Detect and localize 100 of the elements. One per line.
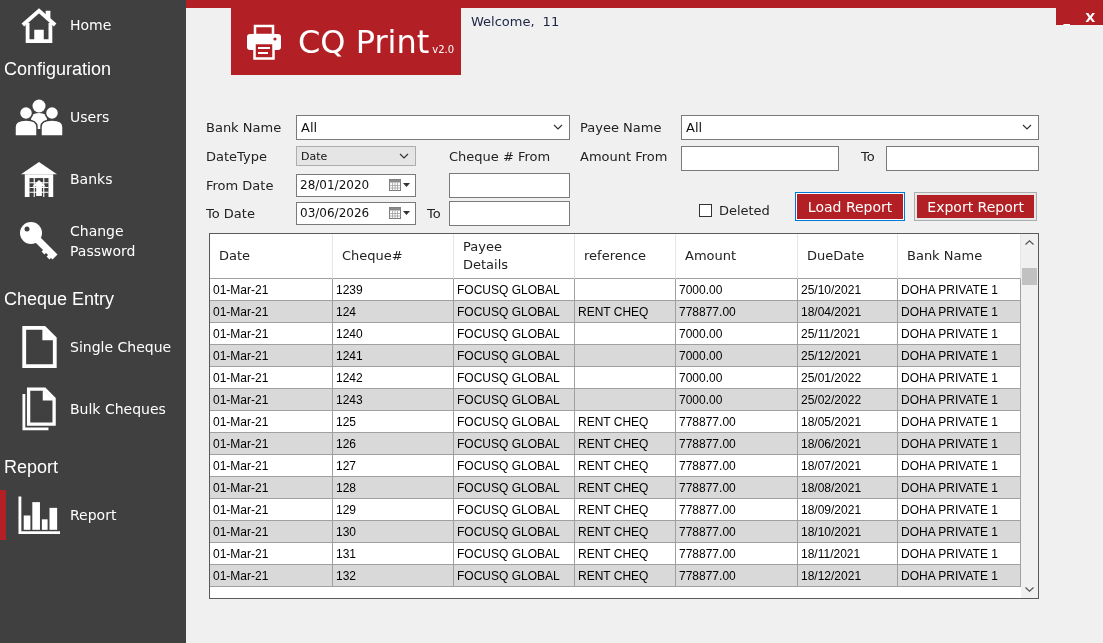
table-cell: 18/08/2021 xyxy=(798,477,898,499)
table-cell: FOCUSQ GLOBAL xyxy=(454,345,575,367)
column-header[interactable]: Cheque# xyxy=(333,234,454,279)
table-cell: FOCUSQ GLOBAL xyxy=(454,323,575,345)
date-picker[interactable]: 28/01/2020 xyxy=(296,173,416,197)
table-cell: 7000.00 xyxy=(676,323,798,345)
table-cell: 7000.00 xyxy=(676,345,798,367)
field-label: Amount From xyxy=(580,148,668,164)
table-cell: 778877.00 xyxy=(676,499,798,521)
load-report-button[interactable]: Load Report xyxy=(794,192,906,221)
chevron-down-icon xyxy=(1022,124,1032,130)
table-cell: DOHA PRIVATE 1 xyxy=(898,389,1021,411)
checkbox[interactable] xyxy=(698,204,712,217)
table-cell: 25/10/2021 xyxy=(798,279,898,301)
table-cell: 778877.00 xyxy=(676,543,798,565)
table-cell: 01-Mar-21 xyxy=(210,279,333,301)
table-cell: 25/01/2022 xyxy=(798,367,898,389)
scroll-up-icon[interactable] xyxy=(1025,240,1034,245)
table-cell: 01-Mar-21 xyxy=(210,301,333,323)
table-cell: 778877.00 xyxy=(676,433,798,455)
table-cell: 7000.00 xyxy=(676,279,798,301)
table-cell: FOCUSQ GLOBAL xyxy=(454,455,575,477)
sidebar-item[interactable]: Users xyxy=(0,92,186,142)
table-cell: 126 xyxy=(333,433,454,455)
calendar-icon xyxy=(389,207,401,219)
table-cell: 7000.00 xyxy=(676,389,798,411)
sidebar-item[interactable]: Bulk Cheques xyxy=(0,384,186,434)
table-cell: DOHA PRIVATE 1 xyxy=(898,323,1021,345)
table-cell: DOHA PRIVATE 1 xyxy=(898,345,1021,367)
sidebar-item[interactable]: Report xyxy=(0,490,186,540)
version-text: v2.0 xyxy=(432,43,455,55)
table-cell: RENT CHEQ xyxy=(575,499,676,521)
table-cell: 01-Mar-21 xyxy=(210,455,333,477)
sidebar-heading: Configuration xyxy=(4,58,112,80)
garage-icon xyxy=(20,161,58,197)
table-cell: 1239 xyxy=(333,279,454,301)
input-field[interactable] xyxy=(681,145,839,171)
column-header[interactable]: Amount xyxy=(676,234,798,279)
table-cell: 18/11/2021 xyxy=(798,543,898,565)
input-field[interactable] xyxy=(886,145,1039,171)
input-field[interactable] xyxy=(449,200,570,226)
bank-name-dropdown[interactable]: All xyxy=(296,114,570,140)
table-cell: 25/02/2022 xyxy=(798,389,898,411)
people-icon xyxy=(14,98,64,136)
table-cell: DOHA PRIVATE 1 xyxy=(898,499,1021,521)
table-cell: 01-Mar-21 xyxy=(210,565,333,587)
table-cell: 25/12/2021 xyxy=(798,345,898,367)
table-cell: DOHA PRIVATE 1 xyxy=(898,433,1021,455)
export-report-button[interactable]: Export Report xyxy=(914,192,1037,221)
table-cell: DOHA PRIVATE 1 xyxy=(898,367,1021,389)
table-cell: 01-Mar-21 xyxy=(210,367,333,389)
column-header[interactable]: DueDate xyxy=(798,234,898,279)
table-cell: FOCUSQ GLOBAL xyxy=(454,367,575,389)
chevron-down-icon xyxy=(399,153,409,159)
table-cell: DOHA PRIVATE 1 xyxy=(898,543,1021,565)
field-label: Cheque # From xyxy=(449,148,551,164)
table-cell: 18/04/2021 xyxy=(798,301,898,323)
minimize-button[interactable]: _ xyxy=(1060,10,1074,25)
key-icon xyxy=(19,221,59,261)
column-header[interactable]: Bank Name xyxy=(898,234,1021,279)
table-cell: RENT CHEQ xyxy=(575,543,676,565)
column-header[interactable]: reference xyxy=(575,234,676,279)
date-type-dropdown[interactable]: Date xyxy=(296,146,416,166)
chevron-down-icon xyxy=(553,124,563,130)
field-label: To Date xyxy=(206,205,255,221)
checkbox-label[interactable]: Deleted xyxy=(718,203,770,218)
column-header[interactable]: Date xyxy=(210,234,333,279)
sidebar-heading: Cheque Entry xyxy=(4,288,115,310)
scroll-down-icon[interactable] xyxy=(1025,587,1034,592)
caret-down-icon xyxy=(403,211,410,215)
sidebar-item[interactable]: Banks xyxy=(0,154,186,204)
table-cell: RENT CHEQ xyxy=(575,433,676,455)
house-icon xyxy=(20,6,58,44)
table-cell: 18/09/2021 xyxy=(798,499,898,521)
table-cell: DOHA PRIVATE 1 xyxy=(898,279,1021,301)
table-cell: DOHA PRIVATE 1 xyxy=(898,477,1021,499)
table-cell: 778877.00 xyxy=(676,565,798,587)
table-cell: 778877.00 xyxy=(676,477,798,499)
table-cell: DOHA PRIVATE 1 xyxy=(898,411,1021,433)
caret-down-icon xyxy=(403,183,410,187)
sidebar-item[interactable]: Single Cheque xyxy=(0,322,186,372)
payee-name-dropdown[interactable]: All xyxy=(681,114,1039,140)
column-header[interactable]: Payee Details xyxy=(454,234,575,279)
scrollbar-thumb[interactable] xyxy=(1022,268,1037,285)
close-button[interactable]: X xyxy=(1082,10,1099,25)
sidebar-item[interactable]: Change Password xyxy=(0,216,186,266)
table-cell: 01-Mar-21 xyxy=(210,521,333,543)
table-cell: 01-Mar-21 xyxy=(210,499,333,521)
date-picker[interactable]: 03/06/2026 xyxy=(296,201,416,225)
bar-chart-icon xyxy=(18,495,60,535)
field-label: DateType xyxy=(206,148,267,164)
table-cell: DOHA PRIVATE 1 xyxy=(898,521,1021,543)
table-cell: 7000.00 xyxy=(676,367,798,389)
documents-icon xyxy=(22,387,56,431)
sidebar-item[interactable]: Home xyxy=(0,0,186,50)
table-cell: 778877.00 xyxy=(676,521,798,543)
table-cell: 18/10/2021 xyxy=(798,521,898,543)
table-cell: 01-Mar-21 xyxy=(210,389,333,411)
table-cell: 131 xyxy=(333,543,454,565)
input-field[interactable] xyxy=(449,172,570,198)
